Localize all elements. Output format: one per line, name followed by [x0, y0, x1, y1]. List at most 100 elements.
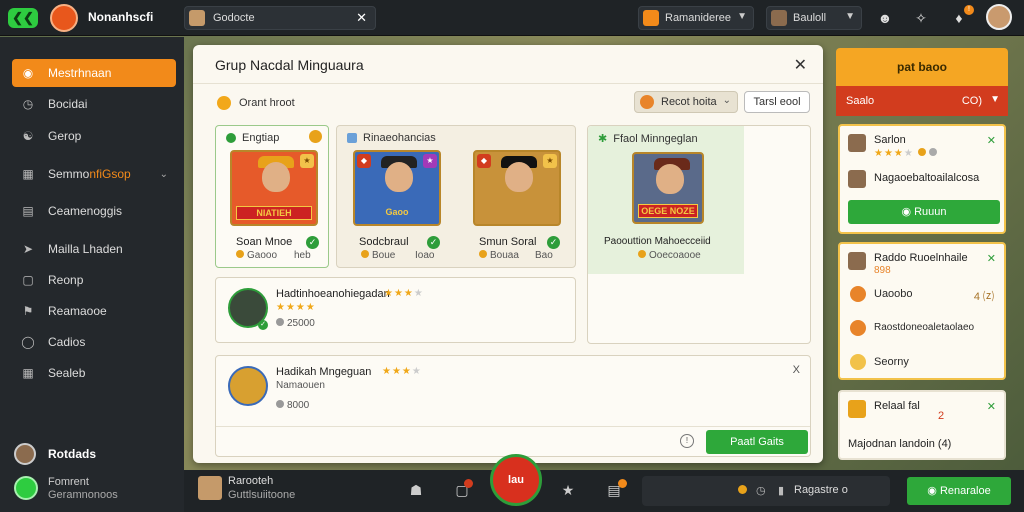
- close-icon[interactable]: ✕: [987, 252, 996, 265]
- coin-icon: [850, 320, 866, 336]
- sidebar-item-flag[interactable]: ⚑ Reamaooe: [12, 297, 176, 325]
- sidebar-item-docs[interactable]: ▦ Sealeb: [12, 359, 176, 387]
- row-name: Hadtinhoeanohiegadan: [276, 288, 390, 300]
- sidebar-status[interactable]: Fomrent Geramnonoos: [12, 474, 182, 506]
- card-image[interactable]: ★ NIATIEH: [230, 150, 318, 226]
- card-image[interactable]: ◆ ★: [473, 150, 561, 226]
- check-icon[interactable]: ✓: [547, 236, 560, 249]
- panel-english[interactable]: Engtiap ★ NIATIEH Soan Mnoe ✓ Gaooo heb: [215, 125, 329, 268]
- card-name: Sodcbraul: [359, 236, 409, 248]
- top-bar: ❮❮ Nonanhscfi Godocte ✕ Ramanideree ▼ Ba…: [0, 0, 1024, 36]
- sidebar-item-recent[interactable]: ◷ Bocidai: [12, 90, 176, 118]
- list-item[interactable]: Hadikah Mngeguan ★★★★ Namaouen 8000 X ! …: [215, 355, 811, 457]
- check-icon[interactable]: ✓: [427, 236, 440, 249]
- coin-icon: [217, 96, 231, 110]
- right-top-button[interactable]: pat baoo: [836, 48, 1008, 86]
- list-item[interactable]: ✓ Hadtinhoeanohiegadan ★★★★ ★★★★ 25000: [215, 277, 576, 343]
- face-icon: [385, 162, 413, 192]
- primary-button[interactable]: Paatl Gaits: [706, 430, 808, 454]
- bottom-user-status: Guttlsuiitoone: [228, 489, 296, 501]
- tag-icon: ★: [300, 154, 314, 168]
- grid-icon: ▦: [22, 167, 34, 181]
- card-count: 2: [938, 410, 945, 422]
- status-line-1: Fomrent: [48, 476, 89, 488]
- sidebar-item-label: Ceamenoggis: [48, 204, 123, 218]
- avatar: [848, 400, 866, 418]
- clear-icon[interactable]: ✕: [356, 10, 367, 26]
- panel-header: Rinaeohancias: [347, 132, 436, 144]
- row-sub: Namaouen: [276, 380, 325, 391]
- right-card-3: Relaal fal 2 ✕ Majodnan landoin (4): [838, 390, 1006, 460]
- sidebar: ◉ Mestrhnaan ◷ Bocidai ☯ Gerop ▦ Semmo n…: [0, 37, 184, 512]
- coin-icon: [850, 286, 866, 302]
- close-icon[interactable]: ✕: [794, 55, 807, 75]
- search-input[interactable]: Godocte ✕: [184, 6, 376, 30]
- run-button[interactable]: ◉ Ruuun: [848, 200, 1000, 224]
- card-sub: Ooecoaooe: [638, 250, 701, 261]
- tag-icon: ◆: [357, 154, 371, 168]
- sidebar-item-label: Sealeb: [48, 366, 86, 380]
- sidebar-item-box[interactable]: ▢ Reonp: [12, 266, 176, 294]
- sidebar-item-games[interactable]: ▦ Semmo nfiGsop ⌄: [12, 160, 176, 188]
- sidebar-item-groups[interactable]: ☯ Gerop: [12, 122, 176, 150]
- check-icon[interactable]: ✓: [306, 236, 319, 249]
- sidebar-item-coins[interactable]: ◯ Cadios: [12, 328, 176, 356]
- right-red-bar[interactable]: Saalo CO) ▼: [836, 86, 1008, 116]
- profile-icon[interactable]: ☻: [874, 7, 896, 29]
- panel-header: ✱ Ffaol Minngeglan: [598, 132, 698, 146]
- notification-badge: !: [964, 5, 974, 15]
- card-banner: Gaoo: [359, 206, 435, 220]
- filter-toggle[interactable]: Orant hroot: [217, 93, 295, 113]
- sidebar-item-label: Cadios: [48, 335, 86, 349]
- card-image[interactable]: ◆ ★ Gaoo: [353, 150, 441, 226]
- sidebar-item-sign[interactable]: ➤ Mailla Lhaden: [12, 235, 176, 263]
- sidebar-item-highlight: nfiGsop: [89, 167, 131, 181]
- info-icon[interactable]: !: [680, 434, 694, 448]
- user-select[interactable]: Bauloll ▼: [766, 6, 862, 30]
- game-select-value: Ramanideree: [665, 12, 732, 24]
- sign-icon: ➤: [22, 242, 34, 256]
- settings-icon[interactable]: ✧: [910, 7, 932, 29]
- center-action-button[interactable]: lau: [490, 454, 542, 506]
- group-modal: Grup Nacdal Minguaura ✕ Orant hroot Reco…: [193, 45, 823, 463]
- chat-icon[interactable]: ★: [558, 480, 578, 500]
- card-item-right: 4 ⒵: [973, 291, 994, 303]
- modal-title: Grup Nacdal Minguaura: [215, 57, 364, 73]
- game-select[interactable]: Ramanideree ▼: [638, 6, 754, 30]
- search-value: Godocte: [213, 12, 255, 24]
- status-text: Ragastre o: [794, 484, 848, 496]
- sidebar-user-name: Rotdads: [48, 447, 96, 461]
- sidebar-item-chat[interactable]: ▤ Ceamenoggis: [12, 197, 176, 225]
- dismiss-icon[interactable]: X: [793, 364, 800, 376]
- tag-icon: ★: [423, 154, 437, 168]
- close-icon[interactable]: ✕: [987, 400, 996, 413]
- divider: [216, 426, 810, 427]
- card-item: Raostdoneoaletaolaeo: [874, 322, 975, 333]
- outline-button[interactable]: Tarsl eool: [744, 91, 810, 113]
- avatar[interactable]: [198, 476, 222, 500]
- home-icon[interactable]: ☗: [406, 480, 426, 500]
- tag-icon: ◆: [477, 154, 491, 168]
- menu-icon: ▮: [778, 485, 785, 497]
- coin-icon: [850, 354, 866, 370]
- account-avatar[interactable]: [986, 4, 1012, 30]
- avatar: [848, 170, 866, 188]
- card-image[interactable]: OEGE NOZE: [632, 152, 704, 224]
- chevron-down-icon: ⌄: [722, 95, 731, 106]
- clock-icon: ◷: [756, 485, 766, 497]
- sort-dropdown[interactable]: Recot hoita ⌄: [634, 91, 738, 113]
- close-icon[interactable]: ✕: [987, 134, 996, 147]
- card-banner: NIATIEH: [236, 206, 312, 220]
- status-line-2: Geramnonoos: [48, 489, 118, 501]
- sidebar-user[interactable]: Rotdads: [14, 440, 178, 468]
- right-card-2: Raddo Ruoelnhaile 898 ✕ Uaoobo 4 ⒵ Raost…: [838, 242, 1006, 380]
- chevron-down-icon: ▼: [845, 11, 855, 22]
- card-name: Paoouttion Mahoecceiid: [604, 236, 711, 247]
- panel-header: Engtiap: [226, 132, 279, 144]
- sidebar-item-home[interactable]: ◉ Mestrhnaan: [12, 59, 176, 87]
- back-icon[interactable]: ❮❮: [8, 8, 38, 28]
- sidebar-item-label: Bocidai: [48, 97, 88, 111]
- action-button[interactable]: ◉ Renaraloe: [907, 477, 1011, 505]
- rating-stars: ★★★★: [874, 148, 940, 159]
- inbox-badge: [464, 479, 473, 488]
